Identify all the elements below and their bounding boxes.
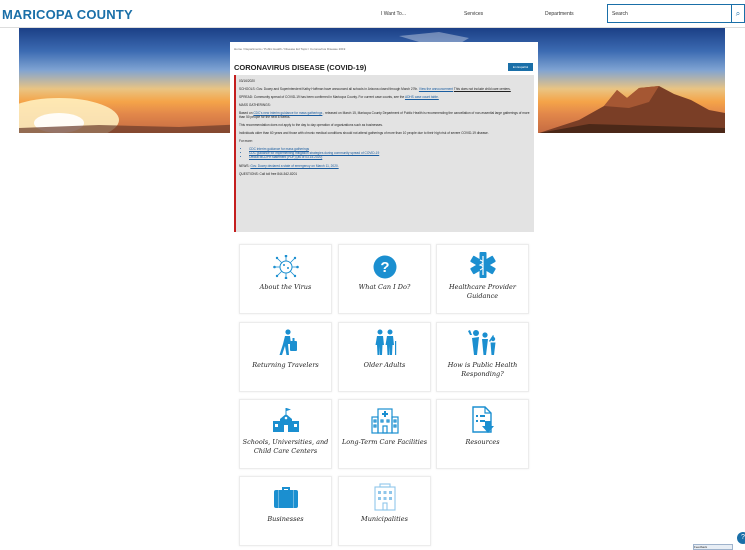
tile-returning-travelers[interactable]: Returning Travelers — [239, 322, 332, 392]
tile-label: Returning Travelers — [252, 361, 319, 369]
tile-long-term-care[interactable]: Long-Term Care Facilities — [338, 399, 431, 469]
tile-older-adults[interactable]: Older Adults — [338, 322, 431, 392]
tile-businesses[interactable]: Businesses — [239, 476, 332, 546]
feedback-widget[interactable]: Feedback — [693, 544, 733, 550]
older-couple-icon — [375, 329, 396, 355]
alert-for-more: For more: — [239, 139, 253, 143]
alert-gatherings: Based on CDC's new interim guidance for … — [239, 111, 531, 119]
search-icon: ⌕ — [735, 9, 741, 18]
care-facility-icon — [370, 408, 399, 434]
tile-label: Businesses — [267, 515, 304, 523]
tile-about-virus[interactable]: About the Virus — [239, 244, 332, 314]
alert-links-list: CDC interim guidance for mass gatherings… — [249, 147, 531, 160]
page-title: CORONAVIRUS DISEASE (COVID-19) — [234, 63, 367, 72]
tile-municipalities[interactable]: Municipalities — [338, 476, 431, 546]
schools-note: This does not include child care centers… — [453, 87, 511, 91]
search-button[interactable]: ⌕ — [732, 4, 745, 23]
alert-older: Individuals older than 60 years and thos… — [239, 131, 489, 135]
tile-schools[interactable]: Schools, Universities, and Child Care Ce… — [239, 399, 332, 469]
alert-date: 03/16/2020 — [239, 79, 255, 83]
tile-label: About the Virus — [259, 283, 312, 291]
link-mcdph-statement[interactable]: Official MCDPH statement (PDF) (as of 03… — [249, 155, 531, 159]
schools-text: SCHOOLS: Gov. Ducey and Superintendent K… — [239, 87, 419, 91]
chat-icon: ? — [741, 534, 745, 541]
espanol-button[interactable]: En Español — [508, 63, 533, 71]
tile-label: Municipalities — [361, 515, 408, 523]
brand-logo[interactable]: MARICOPA COUNTY — [2, 7, 133, 22]
tile-public-health-responding[interactable]: How is Public Health Responding? — [436, 322, 529, 392]
news-emergency-link[interactable]: Gov. Ducey declared a state of emergency… — [250, 164, 338, 168]
alert-spread: SPREAD: Community spread of COVID-19 has… — [239, 95, 531, 99]
star-of-life-icon — [469, 252, 496, 278]
breadcrumb[interactable]: Home / Departments / Public Health / Dis… — [234, 47, 345, 51]
top-bar: MARICOPA COUNTY I Want To... Services De… — [0, 0, 745, 28]
tile-label: Schools, Universities, and Child Care Ce… — [242, 438, 329, 455]
tile-label: What Can I Do? — [358, 283, 411, 291]
document-download-icon — [471, 406, 494, 433]
alert-schools: SCHOOLS: Gov. Ducey and Superintendent K… — [239, 87, 531, 91]
schools-announcement-link[interactable]: View the announcement — [419, 87, 453, 91]
nav-departments[interactable]: Departments — [545, 11, 574, 17]
adhs-case-count-link[interactable]: ADHS case count table. — [405, 95, 439, 99]
nav-i-want-to[interactable]: I Want To... — [381, 11, 406, 17]
svg-text:?: ? — [380, 259, 389, 276]
tile-label: Resources — [465, 438, 500, 446]
city-building-icon — [373, 483, 396, 511]
traveler-luggage-icon — [279, 329, 297, 355]
nav-services[interactable]: Services — [464, 11, 483, 17]
tile-label: Long-Term Care Facilities — [341, 438, 428, 446]
tile-label: Healthcare Provider Guidance — [448, 283, 517, 300]
school-building-icon — [272, 408, 299, 432]
alert-recommendation: This recommendation does not apply to th… — [239, 123, 383, 127]
virus-icon — [272, 255, 299, 279]
alert-box: 03/16/2020 SCHOOLS: Gov. Ducey and Super… — [234, 75, 534, 232]
family-group-icon — [467, 330, 495, 355]
search-input[interactable]: Search — [607, 4, 732, 23]
tile-label: How is Public Health Responding? — [447, 361, 518, 378]
spread-text: SPREAD: Community spread of COVID-19 has… — [239, 95, 405, 99]
news-text: NEWS: — [239, 163, 250, 168]
tile-label: Older Adults — [363, 361, 406, 369]
alert-news: NEWS: Gov. Ducey declared a state of eme… — [239, 164, 531, 168]
question-circle-icon: ? — [373, 255, 396, 279]
tile-resources[interactable]: Resources — [436, 399, 529, 469]
tile-healthcare-provider[interactable]: Healthcare Provider Guidance — [436, 244, 529, 314]
briefcase-icon — [273, 487, 298, 508]
alert-questions: QUESTIONS: Call toll free 844-542-8201 — [239, 171, 298, 176]
alert-gatherings-heading: MASS GATHERINGS: — [239, 103, 271, 107]
help-chat-button[interactable]: ? — [737, 532, 745, 544]
tile-what-can-i-do[interactable]: ? What Can I Do? — [338, 244, 431, 314]
